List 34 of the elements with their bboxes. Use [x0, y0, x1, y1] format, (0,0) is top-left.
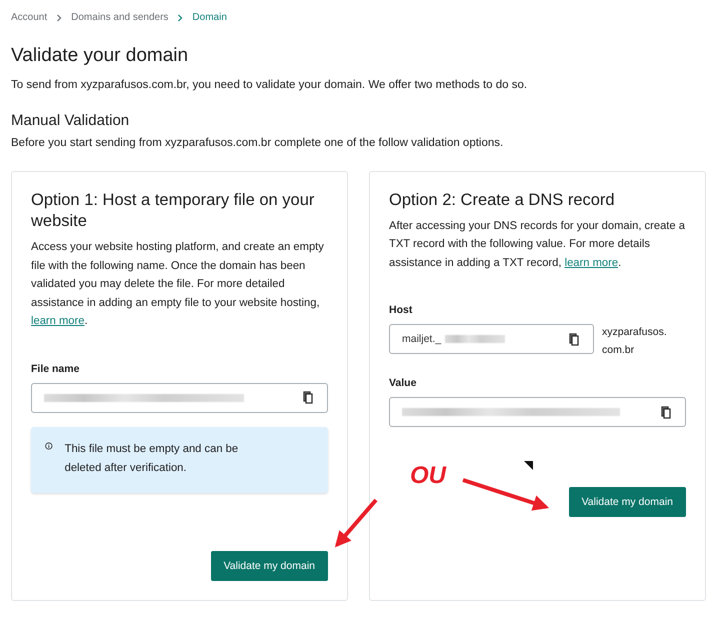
field-label: Host — [389, 304, 414, 316]
annotation-label: OU — [410, 462, 446, 490]
section-description: Before you start sending from xyzparafusos.com.br complete one of the follow validation options. — [11, 136, 504, 152]
option-title: Option 1: Host a temporary file on your website — [31, 190, 316, 232]
validate-button[interactable]: Validate my domain — [568, 487, 686, 518]
copy-icon[interactable] — [661, 406, 673, 419]
section-title: Manual Validation — [11, 112, 130, 130]
chevron-icon — [176, 14, 184, 22]
option-description: Access your website hosting platform, and create an empty file with the following name. Once the domain has been validated you may delete the file. For more detailed assistance in adding an empty file to your website hosting, learn more. — [31, 240, 325, 330]
pointer-mark — [524, 461, 533, 470]
text-field[interactable]: mailjet._ — [389, 324, 594, 354]
breadcrumb-link[interactable]: Domains and senders — [71, 12, 168, 23]
annotation-arrow — [334, 498, 378, 548]
text-field[interactable] — [389, 397, 686, 428]
domain-suffix: xyzparafusos. com.br — [602, 325, 668, 358]
text-field[interactable] — [31, 382, 328, 413]
option-title: Option 2: Create a DNS record — [389, 190, 616, 210]
copy-icon[interactable] — [303, 391, 315, 404]
field-label: File name — [31, 362, 80, 375]
chevron-icon — [55, 14, 64, 22]
breadcrumb-link[interactable]: Domain — [192, 12, 227, 23]
note-text: This file must be empty and can be deleted after verification. — [64, 442, 240, 476]
learn-more-link[interactable]: learn more — [31, 315, 84, 328]
field-value: mailjet._ — [402, 333, 442, 346]
redacted-value — [445, 335, 506, 344]
breadcrumb-link[interactable]: Account — [11, 12, 48, 23]
learn-more-link[interactable]: learn more — [564, 256, 618, 269]
intro-text: To send from xyzparafusos.com.br, you need to validate your domain. We offer two methods to do so. — [11, 78, 528, 93]
option-description: After accessing your DNS records for your domain, create a TXT record with the following value. For more details assistance in adding a TXT record, learn more. — [389, 218, 686, 271]
field-label: Value — [389, 377, 418, 390]
copy-icon[interactable] — [569, 332, 581, 346]
info-icon — [45, 440, 53, 452]
page-title: Validate your domain — [11, 45, 190, 67]
validate-button[interactable]: Validate my domain — [210, 550, 328, 580]
